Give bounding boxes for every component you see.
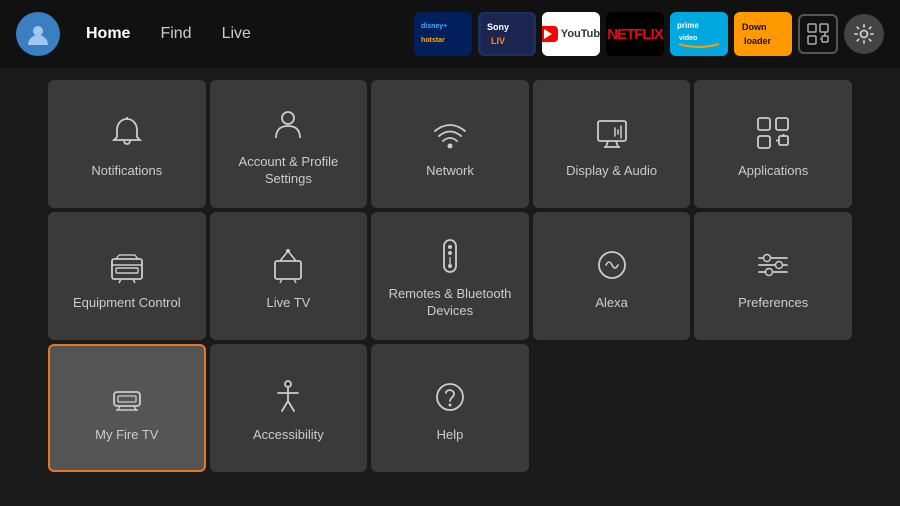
app-grid-icon[interactable] [798,14,838,54]
app-youtube[interactable]: YouTube [542,12,600,56]
my-fire-tv-label: My Fire TV [95,427,158,444]
main-content: Notifications Account & Profile Settings… [0,68,900,484]
svg-text:loader: loader [744,36,772,46]
topbar: Home Find Live disney+ hotstar Sony LIV … [0,0,900,68]
svg-text:disney+: disney+ [421,23,447,30]
applications-label: Applications [738,163,808,180]
network-label: Network [426,163,474,180]
grid-equipment-control[interactable]: Equipment Control [48,212,206,340]
nav-live[interactable]: Live [210,19,263,49]
alexa-label: Alexa [595,295,628,312]
app-disney[interactable]: disney+ hotstar [414,12,472,56]
help-label: Help [437,427,464,444]
app-shortcuts: disney+ hotstar Sony LIV YouTube NETFLIX [414,12,884,56]
accessibility-label: Accessibility [253,427,324,444]
app-prime[interactable]: prime video [670,12,728,56]
avatar[interactable] [16,12,60,56]
grid-live-tv[interactable]: Live TV [210,212,368,340]
nav-find[interactable]: Find [148,19,203,49]
grid-accessibility[interactable]: Accessibility [210,344,368,472]
grid-help[interactable]: Help [371,344,529,472]
remotes-bluetooth-label: Remotes & Bluetooth Devices [381,286,519,320]
grid-notifications[interactable]: Notifications [48,80,206,208]
grid-display-audio[interactable]: Display & Audio [533,80,691,208]
settings-grid: Notifications Account & Profile Settings… [48,80,852,472]
app-netflix[interactable]: NETFLIX [606,12,664,56]
grid-network[interactable]: Network [371,80,529,208]
svg-text:hotstar: hotstar [421,37,445,44]
notifications-label: Notifications [91,163,162,180]
live-tv-label: Live TV [266,295,310,312]
nav-links: Home Find Live [74,19,263,49]
nav-home[interactable]: Home [74,19,142,49]
grid-remotes-bluetooth[interactable]: Remotes & Bluetooth Devices [371,212,529,340]
grid-my-fire-tv[interactable]: My Fire TV [48,344,206,472]
display-audio-label: Display & Audio [566,163,657,180]
settings-icon[interactable] [844,14,884,54]
svg-text:Sony: Sony [487,22,509,32]
grid-applications[interactable]: Applications [694,80,852,208]
svg-text:LIV: LIV [491,36,505,46]
svg-text:video: video [679,35,697,42]
svg-text:prime: prime [677,21,699,30]
app-downloader[interactable]: Down loader [734,12,792,56]
app-sony[interactable]: Sony LIV [478,12,536,56]
grid-account-profile[interactable]: Account & Profile Settings [210,80,368,208]
equipment-control-label: Equipment Control [73,295,181,312]
account-profile-label: Account & Profile Settings [220,154,358,188]
preferences-label: Preferences [738,295,808,312]
grid-preferences[interactable]: Preferences [694,212,852,340]
grid-alexa[interactable]: Alexa [533,212,691,340]
svg-text:Down: Down [742,22,767,32]
